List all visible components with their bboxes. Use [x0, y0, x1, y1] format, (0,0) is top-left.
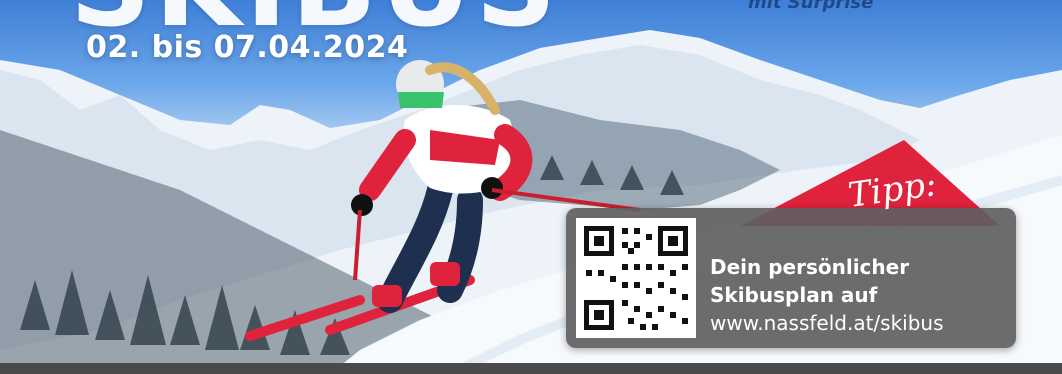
- tip-text: Dein persönlicher Skibusplan auf www.nas…: [710, 253, 944, 337]
- tip-section: Tipp: Dein persönlicher Skibusplan auf w…: [0, 0, 1062, 374]
- qr-code-graphic: [576, 218, 696, 338]
- tip-url[interactable]: www.nassfeld.at/skibus: [710, 309, 944, 337]
- skibus-banner: SKIBUS 02. bis 07.04.2024 mit Surprise: [0, 0, 1062, 374]
- bottom-band: [0, 363, 1062, 374]
- tip-line-2: Skibusplan auf: [710, 283, 878, 307]
- tip-line-1: Dein persönlicher: [710, 255, 910, 279]
- qr-code-icon[interactable]: [576, 218, 696, 338]
